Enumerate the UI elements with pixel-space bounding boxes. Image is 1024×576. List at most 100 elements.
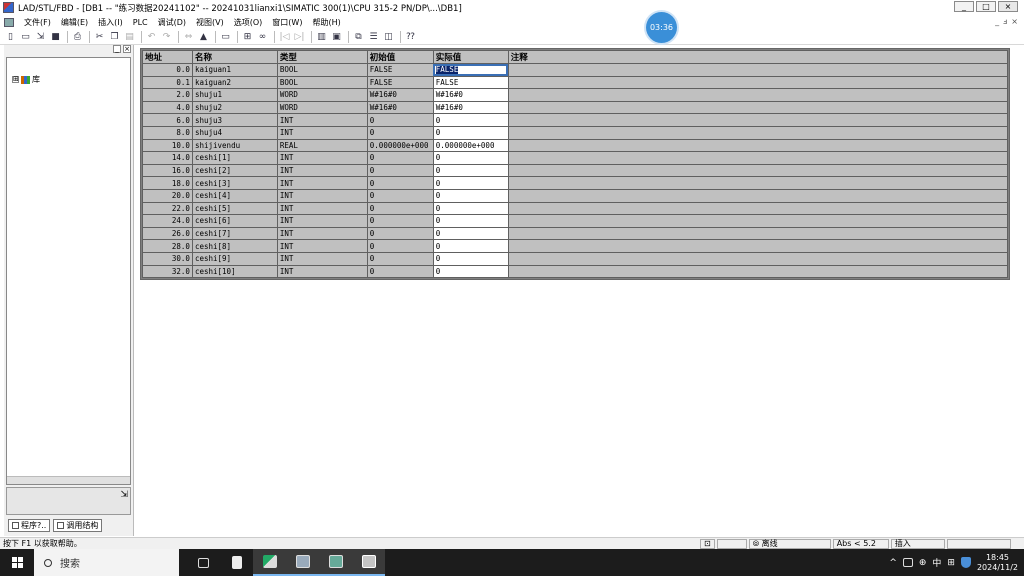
cell-initial-value[interactable]: 0 [366, 251, 434, 266]
cell-comment[interactable] [507, 176, 1009, 190]
cell-initial-value[interactable]: W#16#0 [366, 88, 434, 102]
overview-icon[interactable]: ▥ [315, 31, 328, 43]
cell-type[interactable]: INT [276, 176, 368, 190]
data-block-table[interactable]: 地址 名称 类型 初始值 实际值 注释 0.0 kaiguan1 BOOL FALSE… [142, 50, 1009, 279]
cell-address[interactable]: 10.0 [142, 138, 193, 153]
cell-initial-value[interactable]: 0 [366, 188, 434, 203]
new-icon[interactable]: ▯ [4, 31, 17, 43]
cell-comment[interactable] [507, 188, 1009, 203]
paste-icon[interactable]: ▤ [123, 31, 136, 43]
cell-initial-value[interactable]: FALSE [366, 75, 434, 90]
column-header-address[interactable]: 地址 [142, 50, 193, 64]
cell-comment[interactable] [507, 214, 1009, 228]
cell-name[interactable]: ceshi[2] [191, 163, 278, 178]
cell-initial-value[interactable]: 0 [366, 226, 434, 241]
cell-name[interactable]: shuju2 [191, 100, 278, 115]
cell-actual-value[interactable]: 0 [432, 264, 509, 279]
cell-address[interactable]: 26.0 [142, 226, 193, 241]
cell-name[interactable]: shuju1 [191, 88, 278, 102]
cell-type[interactable]: REAL [276, 138, 368, 153]
cell-type[interactable]: INT [276, 113, 368, 127]
cell-address[interactable]: 0.0 [142, 63, 193, 77]
monitor-icon[interactable]: ▭ [219, 31, 232, 43]
cell-type[interactable]: INT [276, 251, 368, 266]
maximize-button[interactable]: □ [976, 1, 996, 12]
cell-initial-value[interactable]: 0 [366, 125, 434, 140]
cell-initial-value[interactable]: 0 [366, 163, 434, 178]
table-row[interactable]: 8.0 shuju4 INT 0 0 [142, 125, 1009, 140]
cell-comment[interactable] [507, 163, 1009, 178]
lad-stl-fbd-icon[interactable] [352, 549, 385, 576]
cell-address[interactable]: 22.0 [142, 201, 193, 216]
cell-initial-value[interactable]: W#16#0 [366, 100, 434, 115]
element-tree[interactable]: ⊞ 库 [6, 57, 131, 485]
input-method-icon[interactable]: ⊞ [947, 558, 955, 568]
clock[interactable]: 18:45 2024/11/2 [977, 553, 1018, 573]
accessible-nodes-icon[interactable]: ▲ [197, 31, 210, 43]
network-globe-icon[interactable]: ⊕ [919, 558, 927, 568]
cell-comment[interactable] [507, 201, 1009, 216]
table-row[interactable]: 32.0 ceshi[10] INT 0 0 [142, 264, 1009, 279]
cell-address[interactable]: 32.0 [142, 264, 193, 279]
cell-address[interactable]: 0.1 [142, 75, 193, 90]
cell-address[interactable]: 18.0 [142, 176, 193, 190]
cell-actual-value[interactable]: 0 [432, 176, 509, 190]
cell-name[interactable]: ceshi[6] [191, 214, 278, 228]
cell-actual-value[interactable]: 0 [432, 251, 509, 266]
table-row[interactable]: 4.0 shuju2 WORD W#16#0 W#16#0 [142, 100, 1009, 115]
open-icon[interactable]: ▭ [19, 31, 32, 43]
cell-name[interactable]: ceshi[4] [191, 188, 278, 203]
cell-name[interactable]: ceshi[8] [191, 239, 278, 253]
menu-help[interactable]: 帮助(H) [307, 17, 345, 28]
cell-actual-value[interactable]: 0 [432, 226, 509, 241]
cell-type[interactable]: INT [276, 188, 368, 203]
glasses-icon[interactable]: ∞ [256, 31, 269, 43]
cell-name[interactable]: shuju4 [191, 125, 278, 140]
cut-icon[interactable]: ✂ [93, 31, 106, 43]
cell-actual-value[interactable]: 0 [432, 125, 509, 140]
cell-actual-value[interactable]: FALSE [432, 75, 509, 90]
cell-type[interactable]: INT [276, 226, 368, 241]
cell-comment[interactable] [507, 100, 1009, 115]
cell-actual-value[interactable]: W#16#0 [432, 100, 509, 115]
table-row[interactable]: 6.0 shuju3 INT 0 0 [142, 113, 1009, 127]
table-row[interactable]: 14.0 ceshi[1] INT 0 0 [142, 151, 1009, 165]
cell-initial-value[interactable]: 0 [366, 239, 434, 253]
tab-call-structure[interactable]: 调用结构 [53, 519, 103, 532]
menu-insert[interactable]: 插入(I) [93, 17, 128, 28]
cell-name[interactable]: ceshi[9] [191, 251, 278, 266]
table-row[interactable]: 10.0 shijivendu REAL 0.000000e+000 0.000000e… [142, 138, 1009, 153]
cell-comment[interactable] [507, 63, 1009, 77]
column-header-initial-value[interactable]: 初始值 [366, 50, 434, 64]
menu-edit[interactable]: 编辑(E) [56, 17, 93, 28]
cell-name[interactable]: ceshi[10] [191, 264, 278, 279]
cell-initial-value[interactable]: 0 [366, 113, 434, 127]
cell-type[interactable]: WORD [276, 100, 368, 115]
tile-horizontal-icon[interactable]: ☰ [367, 31, 380, 43]
cell-actual-value[interactable]: 0 [432, 113, 509, 127]
column-header-type[interactable]: 类型 [276, 50, 368, 64]
print-icon[interactable]: ⎙ [71, 31, 84, 43]
taskbar-search[interactable]: 搜索 [34, 549, 179, 576]
table-row[interactable]: 16.0 ceshi[2] INT 0 0 [142, 163, 1009, 178]
cell-type[interactable]: INT [276, 125, 368, 140]
plcsim-icon[interactable] [286, 549, 319, 576]
redo-icon[interactable]: ↷ [160, 31, 173, 43]
security-shield-icon[interactable] [960, 557, 971, 568]
table-row[interactable]: 24.0 ceshi[6] INT 0 0 [142, 214, 1009, 228]
cascade-icon[interactable]: ⧉ [352, 31, 365, 43]
cell-initial-value[interactable]: 0 [366, 214, 434, 228]
cell-comment[interactable] [507, 151, 1009, 165]
cell-address[interactable]: 28.0 [142, 239, 193, 253]
cell-address[interactable]: 6.0 [142, 113, 193, 127]
cell-actual-value[interactable]: 0 [432, 151, 509, 165]
cell-actual-value[interactable]: 0 [432, 239, 509, 253]
table-row[interactable]: 28.0 ceshi[8] INT 0 0 [142, 239, 1009, 253]
cell-address[interactable]: 2.0 [142, 88, 193, 102]
cell-initial-value[interactable]: 0 [366, 264, 434, 279]
cell-address[interactable]: 24.0 [142, 214, 193, 228]
column-header-actual-value[interactable]: 实际值 [432, 50, 509, 64]
pin-icon[interactable]: ⇲ [120, 490, 128, 500]
menu-view[interactable]: 视图(V) [191, 17, 229, 28]
simatic-manager-icon[interactable] [253, 549, 286, 576]
